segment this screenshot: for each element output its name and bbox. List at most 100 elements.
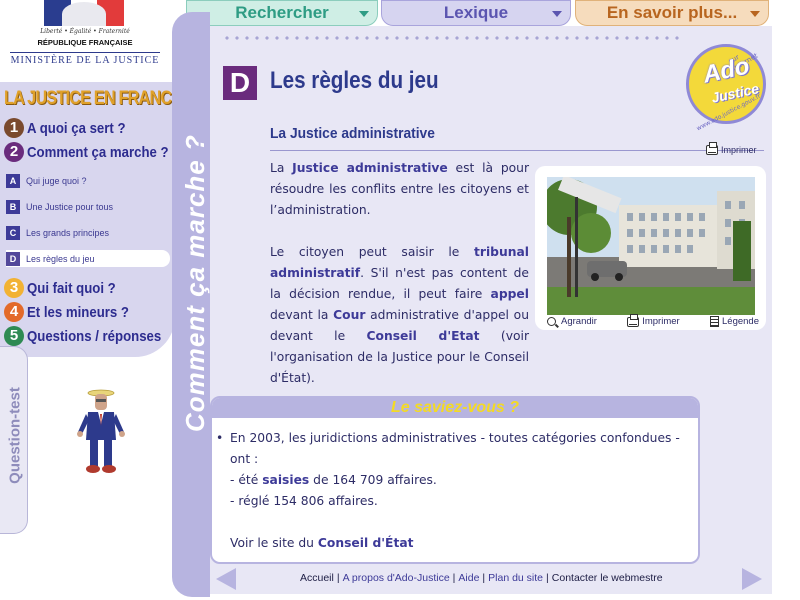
footer-link-a-propos[interactable]: A propos d'Ado-Justice	[343, 572, 450, 584]
caption-label: Légende	[722, 316, 759, 327]
tab-lexique-label: Lexique	[443, 3, 509, 22]
separator: |	[482, 572, 486, 584]
print-label: Imprimer	[721, 145, 757, 155]
page-title: Les règles du jeu	[270, 67, 439, 94]
sidebar-item-qui-fait-quoi[interactable]: 3 Qui fait quoi ?	[4, 278, 128, 298]
text-segment: devant la	[270, 308, 334, 322]
sidebar-item-comment-ca-marche[interactable]: 2 Comment ça marche ?	[4, 142, 188, 162]
section-letter-d: D	[223, 66, 257, 100]
sidebar-subitem-label: Une Justice pour tous	[26, 202, 114, 212]
fact-line-3: - réglé 154 806 affaires.	[230, 494, 378, 508]
glossary-link-justice-administrative[interactable]: Justice administrative	[292, 161, 448, 175]
logo-motto: Liberté • Égalité • Fraternité	[40, 28, 130, 35]
photo-print-button[interactable]: Imprimer	[627, 313, 680, 327]
sidebar-item-label: A quoi ça sert ?	[27, 119, 126, 137]
article-body: La Justice administrative est là pour ré…	[270, 158, 529, 410]
glossary-link-conseil-etat[interactable]: Conseil d'Etat	[367, 329, 480, 343]
sidebar-subitem-les-grands-principes[interactable]: C Les grands principes	[6, 226, 109, 240]
did-you-know-heading: Le saviez-vous ?	[212, 398, 698, 418]
did-you-know-box: Le saviez-vous ? • En 2003, les juridict…	[210, 396, 700, 564]
section-vertical-band: Comment ça marche ?	[172, 12, 210, 597]
logo-republique: RÉPUBLIQUE FRANÇAISE	[37, 38, 133, 47]
sidebar-subitem-label: Les grands principes	[26, 228, 110, 238]
sidebar-heading: LA JUSTICE EN FRANCE :	[4, 88, 191, 109]
footer: Accueil | A propos d'Ado-Justice | Aide | Plan…	[210, 566, 772, 594]
marianne-icon	[62, 2, 106, 26]
footer-link-plan-du-site[interactable]: Plan du site	[488, 572, 543, 584]
sidebar-item-et-les-mineurs[interactable]: 4 Et les mineurs ?	[4, 302, 143, 322]
fact-line-1: En 2003, les juridictions administrative…	[230, 431, 680, 466]
paragraph-1: La Justice administrative est là pour ré…	[270, 158, 529, 221]
conseil-etat-link[interactable]: Conseil d'État	[318, 536, 414, 550]
chevron-down-icon	[552, 11, 562, 17]
bullet-icon: •	[216, 431, 224, 445]
previous-page-arrow-icon[interactable]	[216, 568, 236, 590]
tab-en-savoir-plus[interactable]: En savoir plus...	[575, 0, 769, 26]
sidebar-item-label: Questions / réponses	[27, 327, 162, 345]
photo-print-label: Imprimer	[642, 316, 680, 327]
chevron-down-icon	[750, 11, 760, 17]
section-subtitle: La Justice administrative	[270, 125, 435, 142]
paragraph-2: Le citoyen peut saisir le tribunal admin…	[270, 242, 529, 389]
next-page-arrow-icon[interactable]	[742, 568, 762, 590]
tab-en-savoir-plus-label: En savoir plus...	[606, 3, 738, 22]
dotted-divider	[222, 36, 682, 40]
sidebar-item-label: Qui fait quoi ?	[27, 279, 116, 297]
sidebar-subitem-les-regles-du-jeu[interactable]: D Les règles du jeu	[6, 250, 170, 267]
letter-b-icon: B	[6, 200, 20, 214]
document-icon	[710, 316, 719, 327]
letter-a-icon: A	[6, 174, 20, 188]
sidebar-item-a-quoi-ca-sert[interactable]: 1 A quoi ça sert ?	[4, 118, 139, 138]
section-vertical-title: Comment ça marche ?	[180, 134, 210, 432]
fact-line-4: Voir le site du Conseil d'État	[230, 533, 682, 554]
judge-mascot-illustration	[77, 389, 125, 473]
text-segment: Voir le site du	[230, 536, 318, 550]
separator: |	[452, 572, 456, 584]
sidebar-subitem-label: Les règles du jeu	[26, 253, 95, 264]
sidebar-item-questions-reponses[interactable]: 5 Questions / réponses	[4, 326, 180, 346]
tab-rechercher[interactable]: Rechercher	[186, 0, 378, 26]
number-5-icon: 5	[4, 326, 24, 346]
footer-link-accueil[interactable]: Accueil	[300, 572, 334, 584]
logo-ministere: MINISTÈRE DE LA JUSTICE	[10, 52, 160, 66]
printer-icon	[627, 313, 640, 327]
photo-card: Agrandir Imprimer Légende	[535, 166, 766, 330]
glossary-link-appel[interactable]: appel	[491, 287, 529, 301]
sidebar-subitem-label: Qui juge quoi ?	[26, 176, 87, 186]
text-segment: de 164 709 affaires.	[309, 473, 437, 487]
separator: |	[336, 572, 340, 584]
glossary-link-cour[interactable]: Cour	[333, 308, 365, 322]
footer-link-contact[interactable]: Contacter le webmestre	[552, 572, 663, 584]
tribunal-building-photo[interactable]	[547, 177, 755, 315]
enlarge-button[interactable]: Agrandir	[547, 316, 597, 327]
sidebar-subitem-qui-juge-quoi[interactable]: A Qui juge quoi ?	[6, 174, 87, 188]
glossary-link-saisies[interactable]: saisies	[262, 473, 309, 487]
letter-c-icon: C	[6, 226, 20, 240]
caption-button[interactable]: Légende	[710, 316, 759, 327]
footer-links: Accueil | A propos d'Ado-Justice | Aide | Plan…	[300, 572, 663, 584]
sidebar-item-label: Comment ça marche ?	[27, 143, 169, 161]
footer-link-aide[interactable]: Aide	[458, 572, 479, 584]
number-2-icon: 2	[4, 142, 24, 162]
did-you-know-body: • En 2003, les juridictions administrati…	[216, 428, 682, 554]
separator: |	[546, 572, 549, 584]
ministry-logo[interactable]: Liberté • Égalité • Fraternité RÉPUBLIQU…	[0, 0, 170, 75]
question-test-tab[interactable]: Question-test	[0, 346, 28, 534]
chevron-down-icon	[359, 11, 369, 17]
divider-line	[270, 150, 764, 151]
photo-actions: Agrandir Imprimer Légende	[547, 313, 759, 327]
ado-justice-logo[interactable]: sur internet Ado Justice www.ado.justice…	[686, 44, 766, 132]
fact-line-2: - été saisies de 164 709 affaires.	[230, 470, 682, 491]
number-1-icon: 1	[4, 118, 24, 138]
tab-rechercher-label: Rechercher	[235, 3, 329, 22]
enlarge-label: Agrandir	[561, 316, 597, 327]
printer-icon	[706, 142, 718, 155]
tab-lexique[interactable]: Lexique	[381, 0, 571, 26]
print-button[interactable]: Imprimer	[706, 142, 757, 155]
sidebar-subitem-une-justice-pour-tous[interactable]: B Une Justice pour tous	[6, 200, 113, 214]
magnifier-icon	[547, 317, 556, 326]
sidebar-item-label: Et les mineurs ?	[27, 303, 129, 321]
number-3-icon: 3	[4, 278, 24, 298]
letter-d-icon: D	[6, 251, 20, 266]
